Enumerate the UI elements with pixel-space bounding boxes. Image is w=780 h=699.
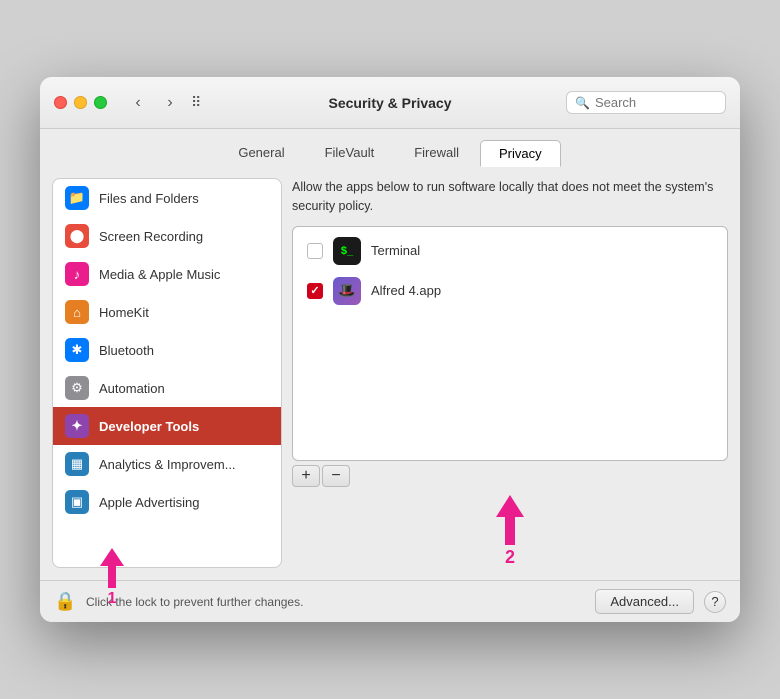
files-folders-icon: 📁 xyxy=(65,186,89,210)
titlebar: ‹ › ⠿ Security & Privacy 🔍 xyxy=(40,77,740,129)
sidebar-label-analytics: Analytics & Improvem... xyxy=(99,457,236,472)
arrow-annotation-2: 2 xyxy=(292,495,728,568)
alfred-name: Alfred 4.app xyxy=(371,283,441,298)
window-title: Security & Privacy xyxy=(329,95,452,111)
tab-filevault[interactable]: FileVault xyxy=(306,139,394,166)
sidebar-label-developer-tools: Developer Tools xyxy=(99,419,199,434)
terminal-name: Terminal xyxy=(371,243,420,258)
screen-recording-icon: ⬤ xyxy=(65,224,89,248)
sidebar-label-apple-advertising: Apple Advertising xyxy=(99,495,199,510)
sidebar-item-apple-advertising[interactable]: ▣ Apple Advertising xyxy=(53,483,281,521)
sidebar-label-media-apple-music: Media & Apple Music xyxy=(99,267,220,282)
content-area: 📁 Files and Folders ⬤ Screen Recording ♪… xyxy=(40,166,740,580)
sidebar: 📁 Files and Folders ⬤ Screen Recording ♪… xyxy=(52,178,282,568)
sidebar-label-screen-recording: Screen Recording xyxy=(99,229,203,244)
tabbar: General FileVault Firewall Privacy xyxy=(40,129,740,166)
maximize-button[interactable] xyxy=(94,96,107,109)
right-panel: Allow the apps below to run software loc… xyxy=(292,178,728,568)
sidebar-label-bluetooth: Bluetooth xyxy=(99,343,154,358)
arrow-stem xyxy=(505,517,515,545)
close-button[interactable] xyxy=(54,96,67,109)
sidebar-label-homekit: HomeKit xyxy=(99,305,149,320)
sidebar-label-automation: Automation xyxy=(99,381,165,396)
automation-icon: ⚙ xyxy=(65,376,89,400)
media-apple-music-icon: ♪ xyxy=(65,262,89,286)
sidebar-item-developer-tools[interactable]: ✦ Developer Tools xyxy=(53,407,281,445)
homekit-icon: ⌂ xyxy=(65,300,89,324)
sidebar-item-bluetooth[interactable]: ✱ Bluetooth xyxy=(53,331,281,369)
terminal-icon: $_ xyxy=(333,237,361,265)
help-button[interactable]: ? xyxy=(704,591,726,613)
apple-advertising-icon: ▣ xyxy=(65,490,89,514)
sidebar-label-files-folders: Files and Folders xyxy=(99,191,199,206)
nav-buttons: ‹ › xyxy=(125,93,183,113)
sidebar-item-automation[interactable]: ⚙ Automation xyxy=(53,369,281,407)
sidebar-wrapper: 📁 Files and Folders ⬤ Screen Recording ♪… xyxy=(52,178,282,568)
bottom-arrow-container: 1 xyxy=(100,548,124,608)
alfred-icon: 🎩 xyxy=(333,277,361,305)
bottom-arrow-stem xyxy=(108,566,116,588)
analytics-icon: ▦ xyxy=(65,452,89,476)
tab-firewall[interactable]: Firewall xyxy=(395,139,478,166)
remove-button[interactable]: − xyxy=(322,465,350,487)
table-row[interactable]: $_ Terminal xyxy=(297,231,723,271)
main-window: ‹ › ⠿ Security & Privacy 🔍 General FileV… xyxy=(40,77,740,622)
sidebar-item-files-folders[interactable]: 📁 Files and Folders xyxy=(53,179,281,217)
add-remove-bar: + − xyxy=(292,465,728,487)
bottom-bar: 🔒 Click the lock to prevent further chan… xyxy=(40,580,740,622)
tab-general[interactable]: General xyxy=(219,139,303,166)
alfred-checkbox[interactable] xyxy=(307,283,323,299)
search-box[interactable]: 🔍 xyxy=(566,91,726,114)
add-button[interactable]: + xyxy=(292,465,320,487)
grid-icon[interactable]: ⠿ xyxy=(191,94,201,111)
search-input[interactable] xyxy=(595,95,715,110)
advanced-button[interactable]: Advanced... xyxy=(595,589,694,614)
annotation-number-2: 2 xyxy=(505,547,515,568)
bottom-up-arrow-icon xyxy=(100,548,124,566)
developer-tools-icon: ✦ xyxy=(65,414,89,438)
forward-button[interactable]: › xyxy=(157,93,183,113)
sidebar-item-analytics[interactable]: ▦ Analytics & Improvem... xyxy=(53,445,281,483)
apps-box: $_ Terminal 🎩 Alfred 4.app xyxy=(292,226,728,462)
back-button[interactable]: ‹ xyxy=(125,93,151,113)
search-icon: 🔍 xyxy=(575,96,590,110)
table-row[interactable]: 🎩 Alfred 4.app xyxy=(297,271,723,311)
tab-privacy[interactable]: Privacy xyxy=(480,140,561,167)
lock-icon: 🔒 xyxy=(54,591,76,613)
panel-description: Allow the apps below to run software loc… xyxy=(292,178,728,216)
sidebar-item-media-apple-music[interactable]: ♪ Media & Apple Music xyxy=(53,255,281,293)
annotation-number-1: 1 xyxy=(108,590,117,608)
lock-text: Click the lock to prevent further change… xyxy=(86,595,585,609)
minimize-button[interactable] xyxy=(74,96,87,109)
sidebar-item-homekit[interactable]: ⌂ HomeKit xyxy=(53,293,281,331)
terminal-checkbox[interactable] xyxy=(307,243,323,259)
traffic-lights xyxy=(54,96,107,109)
up-arrow-icon xyxy=(496,495,524,517)
sidebar-item-screen-recording[interactable]: ⬤ Screen Recording xyxy=(53,217,281,255)
bluetooth-icon: ✱ xyxy=(65,338,89,362)
